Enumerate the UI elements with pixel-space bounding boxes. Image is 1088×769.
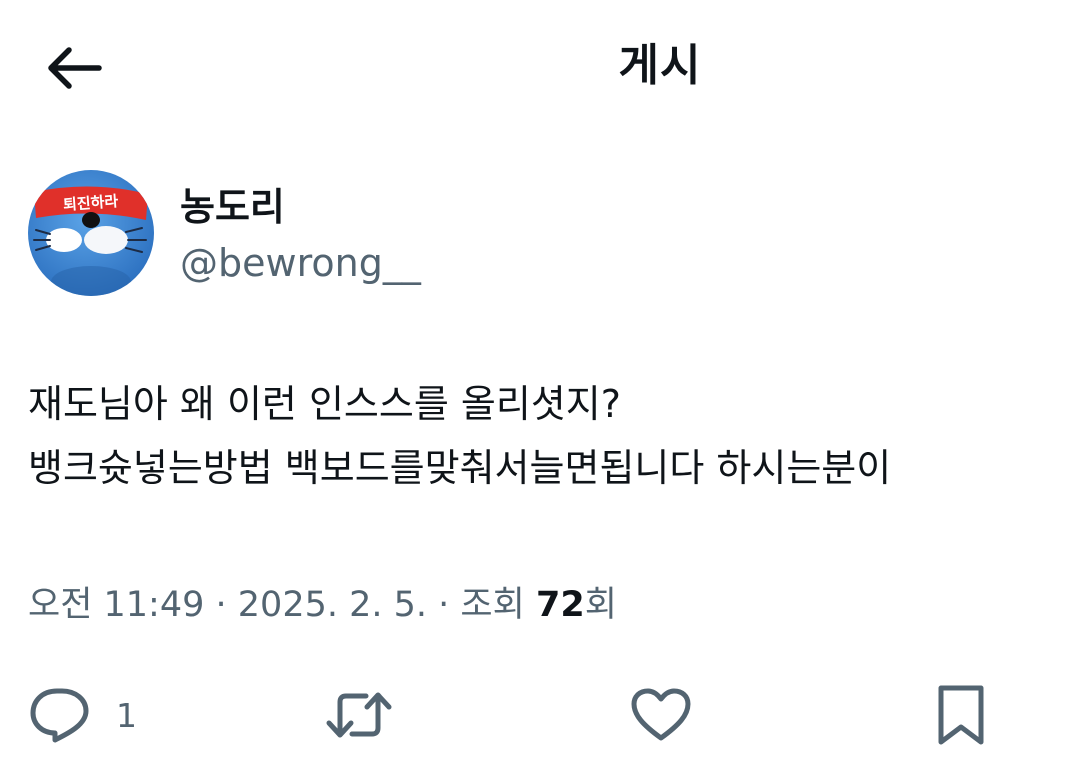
post-text-line-2: 뱅크슛넣는방법 백보드를맞춰서늘면됩니다 하시는분이 bbox=[28, 446, 892, 490]
avatar-headband-text: 퇴진하라 bbox=[62, 192, 119, 214]
meta-separator: · bbox=[204, 585, 238, 625]
post-metadata: 오전 11:49 · 2025. 2. 5. · 조회 72회 bbox=[28, 580, 617, 630]
bookmark-button[interactable] bbox=[934, 680, 988, 750]
heart-icon bbox=[631, 688, 691, 741]
author-display-name[interactable]: 농도리 bbox=[180, 182, 285, 232]
repost-icon bbox=[326, 692, 392, 738]
repost-button[interactable] bbox=[326, 680, 392, 750]
post-text: 재도님아 왜 이런 인스스를 올리셧지? 뱅크슛넣는방법 백보드를맞춰서늘면됩니… bbox=[28, 372, 1084, 500]
post-time[interactable]: 오전 11:49 bbox=[28, 585, 204, 625]
views-label: 조회 bbox=[460, 585, 525, 625]
bookmark-icon bbox=[938, 685, 984, 745]
top-bar: 게시 bbox=[0, 0, 1088, 130]
meta-separator: · bbox=[427, 585, 461, 625]
avatar[interactable]: 퇴진하라 bbox=[28, 170, 154, 296]
reply-count: 1 bbox=[116, 695, 137, 735]
post-author: 퇴진하라 농도리 @bewrong__ bbox=[28, 170, 728, 300]
page-title: 게시 bbox=[618, 40, 702, 91]
views-suffix: 회 bbox=[584, 585, 617, 625]
views-count[interactable]: 72 bbox=[536, 585, 585, 625]
action-bar: 1 bbox=[0, 670, 1088, 760]
post-date[interactable]: 2025. 2. 5. bbox=[238, 585, 427, 625]
author-handle[interactable]: @bewrong__ bbox=[180, 238, 421, 288]
reply-icon bbox=[30, 688, 89, 743]
reply-button[interactable]: 1 bbox=[28, 680, 137, 750]
like-button[interactable] bbox=[630, 680, 692, 750]
post-text-line-1: 재도님아 왜 이런 인스스를 올리셧지? bbox=[28, 382, 621, 426]
